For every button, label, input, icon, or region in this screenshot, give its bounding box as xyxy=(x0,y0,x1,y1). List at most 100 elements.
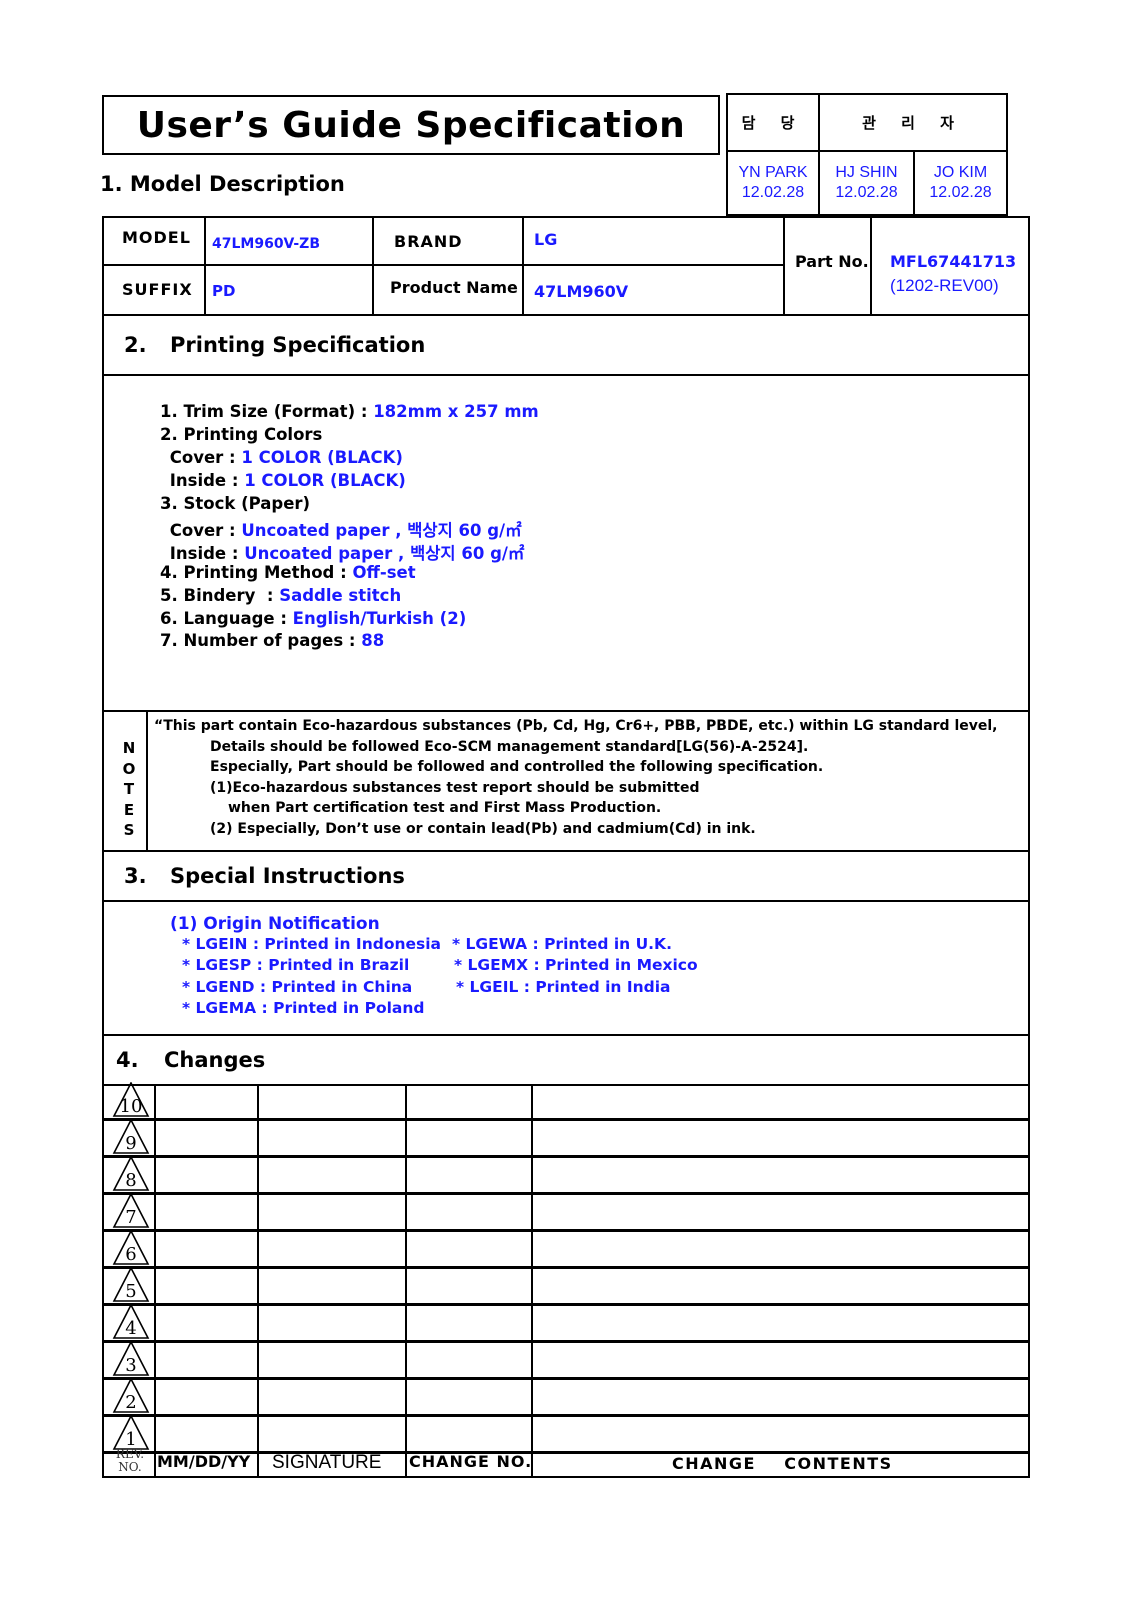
notes-side-label: NOTES xyxy=(119,738,139,841)
part-no-label: Part No. xyxy=(795,252,869,271)
section-number: 4. xyxy=(116,1048,139,1072)
spec-item: Inside : 1 COLOR (BLACK) xyxy=(164,471,406,490)
change-row[interactable]: 6 xyxy=(102,1230,1030,1269)
brand-label: BRAND xyxy=(394,232,463,251)
spec-item: 5. Bindery : Saddle stitch xyxy=(160,586,401,605)
spec-item: 4. Printing Method : Off-set xyxy=(160,563,416,582)
spec-item: 6. Language : English/Turkish (2) xyxy=(160,609,466,628)
section-title: Changes xyxy=(164,1048,266,1072)
signer-date: 12.02.28 xyxy=(741,184,805,201)
notes-line: (2) Especially, Don’t use or contain lea… xyxy=(210,820,756,837)
spec-item-value: 1 COLOR (BLACK) xyxy=(241,448,403,467)
spec-item: 3. Stock (Paper) xyxy=(160,494,310,513)
spec-item-label: Cover : xyxy=(164,521,242,540)
revision-number: 2 xyxy=(125,1392,137,1413)
origin-item: * LGEMX : Printed in Mexico xyxy=(454,956,698,974)
signer-name: YN PARK xyxy=(738,164,808,181)
change-row[interactable]: 10 xyxy=(102,1082,1030,1121)
revision-number: 9 xyxy=(125,1133,137,1154)
brand-value: LG xyxy=(534,230,558,249)
origin-notification-title: (1) Origin Notification xyxy=(170,914,380,934)
spec-item: 7. Number of pages : 88 xyxy=(160,631,384,650)
column-divider xyxy=(405,1084,407,1476)
signer-date: 12.02.28 xyxy=(929,184,992,201)
approval-signer-2: HJ SHIN 12.02.28 xyxy=(818,150,915,216)
revision-number: 8 xyxy=(125,1170,137,1191)
column-divider xyxy=(531,1084,533,1476)
signer-name: HJ SHIN xyxy=(835,164,898,181)
part-no-revision: (1202-REV00) xyxy=(890,276,999,295)
approval-header-author: 담 당 xyxy=(726,93,820,152)
notes-line: when Part certification test and First M… xyxy=(228,800,662,816)
approval-header-manager: 관 리 자 xyxy=(818,93,1008,152)
spec-item-value: 88 xyxy=(361,631,385,650)
product-name-label-cell: Product Name xyxy=(372,264,524,316)
change-row[interactable]: 4 xyxy=(102,1304,1030,1343)
spec-item-label: 4. Printing Method : xyxy=(160,563,353,582)
special-instructions-header: 3. Special Instructions xyxy=(102,850,1030,902)
change-row[interactable]: 1 xyxy=(102,1415,1030,1454)
spec-item-value: Saddle stitch xyxy=(279,586,402,605)
part-no-value-cell: MFL67441713 (1202-REV00) xyxy=(870,216,1030,316)
spec-item-label: 7. Number of pages : xyxy=(160,631,362,650)
origin-item: * LGEIL : Printed in India xyxy=(456,978,671,996)
spec-item-label: Inside : xyxy=(164,544,245,563)
spec-item-label: 2. Printing Colors xyxy=(160,425,323,444)
product-name-value-cell: 47LM960V xyxy=(522,264,785,316)
notes-letter: S xyxy=(123,821,135,839)
model-label-cell: MODEL xyxy=(102,216,206,266)
notes-letter: T xyxy=(123,780,135,798)
signer-date: 12.02.28 xyxy=(835,184,898,201)
spec-item-value: Uncoated paper , 백상지 60 g/㎡ xyxy=(241,521,522,540)
notes-letter: O xyxy=(122,759,136,778)
suffix-label: SUFFIX xyxy=(122,280,193,299)
special-instructions-body: (1) Origin Notification * LGEIN : Printe… xyxy=(102,902,1030,1036)
revision-number: 6 xyxy=(125,1244,137,1265)
column-divider xyxy=(257,1084,259,1476)
notes-line: Especially, Part should be followed and … xyxy=(210,759,824,775)
change-row[interactable]: 7 xyxy=(102,1193,1030,1232)
brand-value-cell: LG xyxy=(522,216,785,266)
spec-item-label: 3. Stock (Paper) xyxy=(160,494,311,513)
spec-item-label: Inside : xyxy=(164,471,245,490)
origin-item: * LGEWA : Printed in U.K. xyxy=(452,935,672,953)
suffix-value-cell: PD xyxy=(204,264,374,316)
rev-no-label-line2: NO. xyxy=(118,1460,142,1474)
change-row[interactable]: 3 xyxy=(102,1341,1030,1380)
column-header-signature: SIGNATURE xyxy=(272,1452,382,1473)
origin-item: * LGEND : Printed in China xyxy=(182,978,413,996)
column-divider xyxy=(154,1084,156,1476)
origin-item: * LGESP : Printed in Brazil xyxy=(182,956,410,974)
spec-item: Inside : Uncoated paper , 백상지 60 g/㎡ xyxy=(164,540,525,564)
section-number: 2. xyxy=(124,333,147,357)
column-header-date: MM/DD/YY xyxy=(157,1452,251,1471)
brand-label-cell: BRAND xyxy=(372,216,524,266)
origin-item: * LGEMA : Printed in Poland xyxy=(182,999,425,1017)
change-row[interactable]: 9 xyxy=(102,1119,1030,1158)
change-row[interactable]: 2 xyxy=(102,1378,1030,1417)
model-value: 47LM960V-ZB xyxy=(212,236,321,252)
notes-box: NOTES “This part contain Eco-hazardous s… xyxy=(102,710,1030,852)
model-label: MODEL xyxy=(122,228,191,247)
spec-item-value: English/Turkish (2) xyxy=(292,609,467,628)
spec-item-label: 6. Language : xyxy=(160,609,293,628)
notes-divider xyxy=(146,712,148,850)
notes-letter: N xyxy=(122,739,136,757)
spec-item-value: Uncoated paper , 백상지 60 g/㎡ xyxy=(244,544,525,563)
spec-item: 1. Trim Size (Format) : 182mm x 257 mm xyxy=(160,402,539,421)
spec-item: Cover : Uncoated paper , 백상지 60 g/㎡ xyxy=(164,517,522,541)
change-row[interactable]: 5 xyxy=(102,1267,1030,1306)
changes-header: 4. Changes xyxy=(102,1034,1030,1086)
approval-signer-3: JO KIM 12.02.28 xyxy=(913,150,1008,216)
column-header-change-contents: CHANGE CONTENTS xyxy=(672,1454,893,1473)
revision-number: 7 xyxy=(125,1207,137,1228)
suffix-label-cell: SUFFIX xyxy=(102,264,206,316)
model-description-heading: 1. Model Description xyxy=(100,172,345,196)
product-name-label: Product Name xyxy=(390,278,518,297)
notes-line: “This part contain Eco-hazardous substan… xyxy=(154,718,998,734)
change-row[interactable]: 8 xyxy=(102,1156,1030,1195)
section-title: Special Instructions xyxy=(170,864,405,888)
revision-number: 5 xyxy=(125,1281,137,1302)
spec-item-value: 1 COLOR (BLACK) xyxy=(244,471,406,490)
section-number: 3. xyxy=(124,864,147,888)
